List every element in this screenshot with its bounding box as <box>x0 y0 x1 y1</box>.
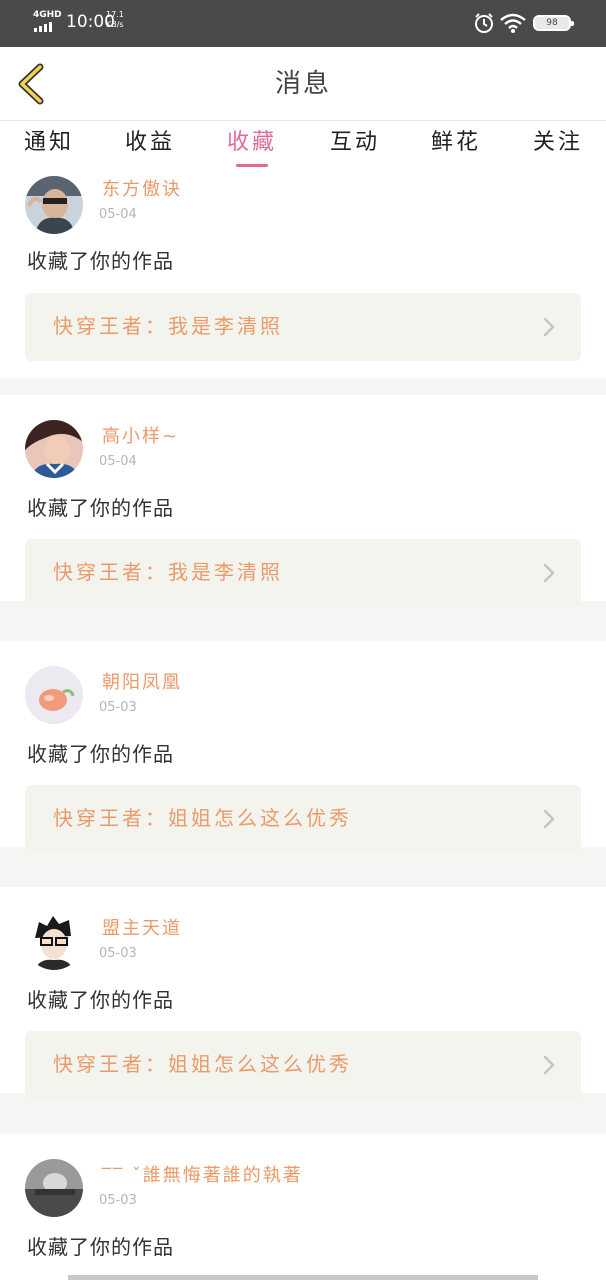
work-title: 快穿王者：我是李清照 <box>53 314 283 338</box>
tab-interactions[interactable]: 互动 <box>315 128 395 158</box>
battery-level: 98 <box>535 17 569 29</box>
avatar[interactable] <box>25 912 83 970</box>
avatar[interactable] <box>25 420 83 478</box>
message-card: ‾‾ ˇ誰無悔著誰的執著 05-03 收藏了你的作品 <box>0 1134 606 1280</box>
message-date: 05-03 <box>99 946 137 961</box>
active-tab-indicator <box>236 164 268 167</box>
battery-icon: 98 <box>533 15 574 31</box>
network-speed-unit: KB/s <box>106 20 124 29</box>
user-name[interactable]: 高小样~ <box>102 425 179 449</box>
message-list[interactable]: 东方傲诀 05-04 收藏了你的作品 快穿王者：我是李清照 高小样~ 05-04… <box>0 172 606 1280</box>
tab-favorites[interactable]: 收藏 <box>212 128 292 158</box>
user-name[interactable]: ‾‾ ˇ誰無悔著誰的執著 <box>102 1164 303 1188</box>
wifi-icon <box>500 13 526 33</box>
tab-notifications[interactable]: 通知 <box>9 128 89 158</box>
status-bar: 4GHD 10:00 17.1 KB/s 98 <box>0 0 606 47</box>
network-type: 4GHD <box>33 10 62 20</box>
work-link[interactable]: 快穿王者：我是李清照 <box>25 293 581 361</box>
message-text: 收藏了你的作品 <box>27 742 174 766</box>
work-title: 快穿王者：姐姐怎么这么优秀 <box>53 806 352 830</box>
user-name[interactable]: 朝阳凤凰 <box>102 671 182 695</box>
message-card: 东方傲诀 05-04 收藏了你的作品 快穿王者：我是李清照 <box>0 172 606 378</box>
tab-earnings[interactable]: 收益 <box>110 128 190 158</box>
app-header: 消息 <box>0 47 606 121</box>
network-speed: 17.1 KB/s <box>106 10 124 30</box>
work-link[interactable]: 快穿王者：姐姐怎么这么优秀 <box>25 785 581 853</box>
network-speed-value: 17.1 <box>106 10 124 19</box>
work-title: 快穿王者：我是李清照 <box>53 560 283 584</box>
message-text: 收藏了你的作品 <box>27 1235 174 1259</box>
message-date: 05-04 <box>99 207 137 222</box>
message-date: 05-04 <box>99 454 137 469</box>
chevron-right-icon <box>543 563 555 583</box>
avatar[interactable] <box>25 666 83 724</box>
message-text: 收藏了你的作品 <box>27 496 174 520</box>
work-link[interactable]: 快穿王者：姐姐怎么这么优秀 <box>25 1031 581 1099</box>
signal-icon <box>34 22 56 32</box>
work-link[interactable]: 快穿王者：我是李清照 <box>25 539 581 607</box>
work-title: 快穿王者：姐姐怎么这么优秀 <box>53 1052 352 1076</box>
tab-bar: 通知 收益 收藏 互动 鲜花 关注 <box>0 122 606 172</box>
message-date: 05-03 <box>99 1193 137 1208</box>
message-text: 收藏了你的作品 <box>27 988 174 1012</box>
chevron-right-icon <box>543 1055 555 1075</box>
message-card: 朝阳凤凰 05-03 收藏了你的作品 快穿王者：姐姐怎么这么优秀 <box>0 641 606 853</box>
chevron-right-icon <box>543 317 555 337</box>
chevron-right-icon <box>543 809 555 829</box>
message-text: 收藏了你的作品 <box>27 249 174 273</box>
message-date: 05-03 <box>99 700 137 715</box>
user-name[interactable]: 盟主天道 <box>102 917 182 941</box>
alarm-icon <box>475 13 493 33</box>
avatar[interactable] <box>25 176 83 234</box>
tab-following[interactable]: 关注 <box>518 128 598 158</box>
page-title: 消息 <box>274 69 331 99</box>
tab-flowers[interactable]: 鲜花 <box>416 128 496 158</box>
message-card: 高小样~ 05-04 收藏了你的作品 快穿王者：我是李清照 <box>0 395 606 607</box>
message-card: 盟主天道 05-03 收藏了你的作品 快穿王者：姐姐怎么这么优秀 <box>0 887 606 1099</box>
avatar[interactable] <box>25 1159 83 1217</box>
next-card-edge <box>68 1275 538 1280</box>
user-name[interactable]: 东方傲诀 <box>102 178 182 202</box>
